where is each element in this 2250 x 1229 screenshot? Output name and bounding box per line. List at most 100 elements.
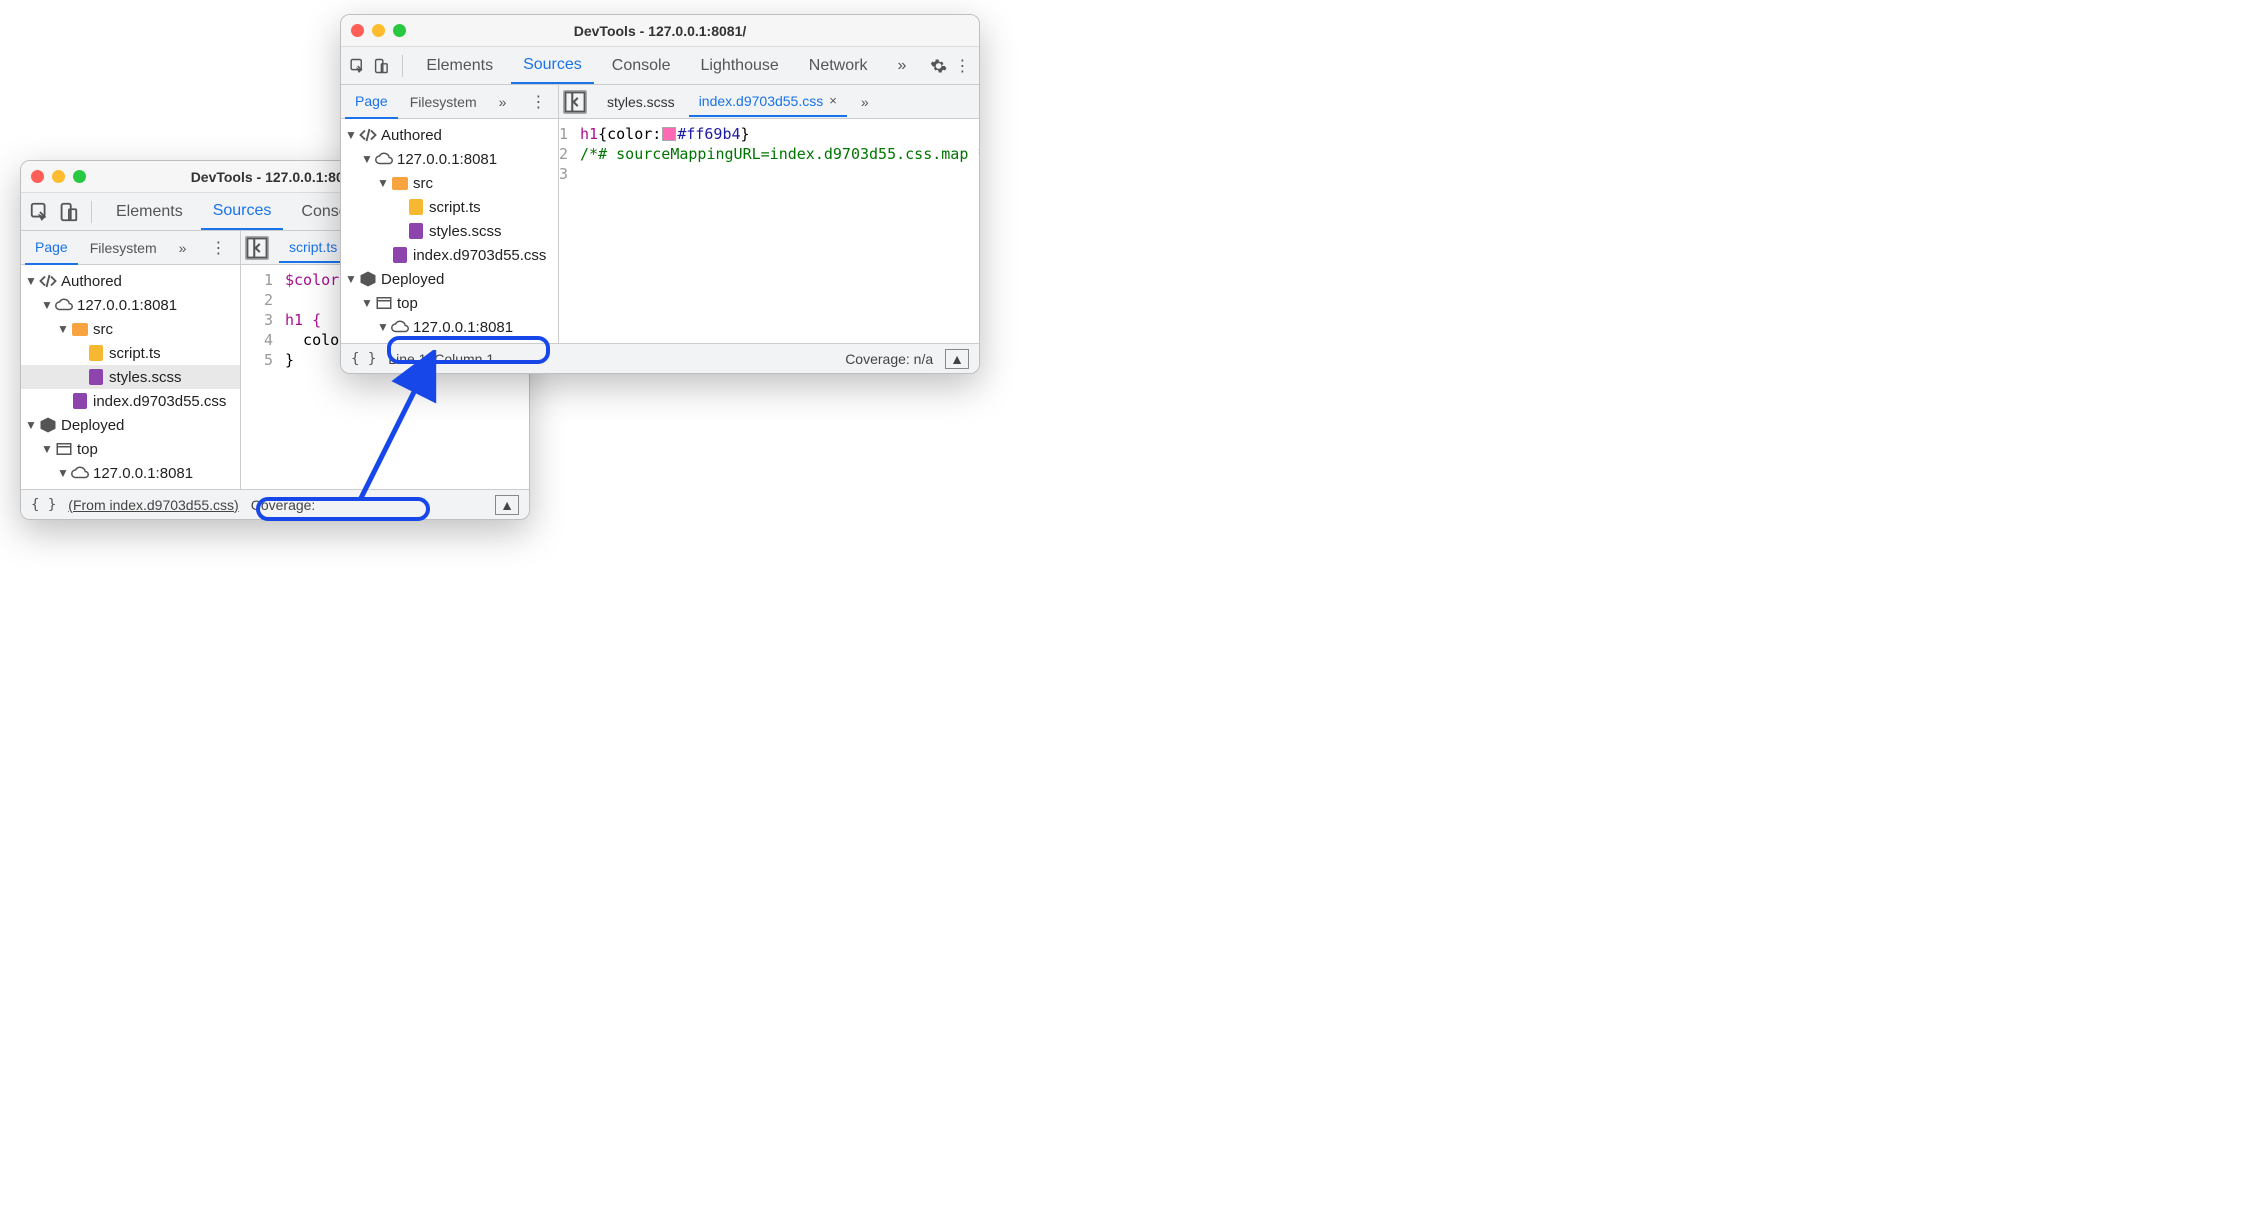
file-tree[interactable]: ▼Authored ▼127.0.0.1:8081 ▼src script.ts… (21, 265, 241, 489)
main-toolbar: Elements Sources Console Lighthouse Netw… (341, 47, 979, 85)
subtab-page[interactable]: Page (25, 231, 78, 265)
file-tree[interactable]: ▼Authored ▼127.0.0.1:8081 ▼src script.ts… (341, 119, 559, 343)
tree-authored[interactable]: ▼Authored (341, 123, 558, 147)
gutter: 123 (559, 119, 576, 343)
titlebar: DevTools - 127.0.0.1:8081/ (341, 15, 979, 47)
statusbar: { } (From index.d9703d55.css) Coverage: … (21, 489, 529, 519)
more-tabs-icon[interactable]: » (885, 49, 918, 83)
color-swatch[interactable] (662, 127, 676, 141)
eject-icon[interactable]: ▲ (495, 495, 519, 515)
navigator-tabs: Page Filesystem » ⋮ (341, 85, 559, 118)
navigator-tabs: Page Filesystem » ⋮ (21, 231, 241, 264)
cube-icon (39, 416, 57, 434)
pretty-print-icon[interactable]: { } (351, 351, 376, 367)
folder-icon (71, 320, 89, 338)
window-icon (375, 294, 393, 312)
traffic-lights (31, 170, 86, 183)
folder-icon (391, 174, 409, 192)
status-from[interactable]: (From index.d9703d55.css) (68, 497, 238, 513)
traffic-lights (351, 24, 406, 37)
zoom-traffic[interactable] (73, 170, 86, 183)
show-navigator-icon[interactable] (563, 90, 587, 114)
more-files-icon[interactable]: » (851, 86, 879, 118)
file-tab-styles[interactable]: styles.scss (597, 88, 685, 116)
more-tabs-icon[interactable]: » (489, 86, 517, 118)
pretty-print-icon[interactable]: { } (31, 497, 56, 513)
tree-top[interactable]: ▼top (21, 437, 240, 461)
file-tab-indexcss[interactable]: index.d9703d55.css× (689, 87, 847, 117)
code-icon (359, 126, 377, 144)
status-line: Line 1, Column 1 (388, 351, 494, 367)
tree-file-styles[interactable]: styles.scss (341, 219, 558, 243)
tree-authored[interactable]: ▼Authored (21, 269, 240, 293)
zoom-traffic[interactable] (393, 24, 406, 37)
file-icon (391, 246, 409, 264)
inspect-icon[interactable] (29, 201, 51, 223)
gutter: 12345 (241, 265, 281, 489)
subtab-page[interactable]: Page (345, 85, 398, 119)
devtools-window-front: DevTools - 127.0.0.1:8081/ Elements Sour… (340, 14, 980, 374)
tab-elements[interactable]: Elements (414, 49, 505, 83)
code-content[interactable]: h1{color:#ff69b4} /*# sourceMappingURL=i… (576, 119, 979, 343)
tree-deployed[interactable]: ▼Deployed (21, 413, 240, 437)
more-options-icon[interactable]: ⋮ (520, 92, 556, 112)
statusbar: { } Line 1, Column 1 Coverage: n/a ▲ (341, 343, 979, 373)
device-icon[interactable] (372, 55, 389, 77)
cloud-icon (375, 150, 393, 168)
more-tabs-icon[interactable]: » (169, 232, 197, 264)
more-icon[interactable]: ⋮ (954, 55, 971, 77)
tree-src[interactable]: ▼src (21, 317, 240, 341)
window-icon (55, 440, 73, 458)
file-icon (87, 344, 105, 362)
code-editor[interactable]: 123 h1{color:#ff69b4} /*# sourceMappingU… (559, 119, 979, 343)
divider (91, 201, 92, 223)
more-options-icon[interactable]: ⋮ (200, 238, 236, 258)
subtab-filesystem[interactable]: Filesystem (80, 232, 167, 264)
cloud-icon (71, 464, 89, 482)
tab-network[interactable]: Network (797, 49, 880, 83)
inspect-icon[interactable] (349, 55, 366, 77)
minimize-traffic[interactable] (52, 170, 65, 183)
tab-lighthouse[interactable]: Lighthouse (688, 49, 790, 83)
tree-file-script[interactable]: script.ts (21, 341, 240, 365)
tree-deployed-host[interactable]: ▼127.0.0.1:8081 (341, 315, 558, 339)
open-files-tabs: styles.scss index.d9703d55.css× » (559, 85, 979, 118)
cube-icon (359, 270, 377, 288)
file-icon (71, 392, 89, 410)
file-icon (407, 198, 425, 216)
tree-file-indexcss[interactable]: index.d9703d55.css (21, 389, 240, 413)
tree-host[interactable]: ▼127.0.0.1:8081 (21, 293, 240, 317)
divider (402, 55, 403, 77)
tree-host[interactable]: ▼127.0.0.1:8081 (341, 147, 558, 171)
file-tab-script[interactable]: script.ts (279, 233, 347, 263)
status-coverage: Coverage: n/a (845, 351, 933, 367)
tree-file-indexcss[interactable]: index.d9703d55.css (341, 243, 558, 267)
tree-src[interactable]: ▼src (341, 171, 558, 195)
device-icon[interactable] (57, 201, 79, 223)
cloud-icon (391, 318, 409, 336)
tab-sources[interactable]: Sources (511, 48, 594, 84)
window-title: DevTools - 127.0.0.1:8081/ (341, 23, 979, 39)
cloud-icon (55, 296, 73, 314)
subtab-filesystem[interactable]: Filesystem (400, 86, 487, 118)
file-icon (87, 368, 105, 386)
gear-icon[interactable] (930, 55, 947, 77)
close-traffic[interactable] (351, 24, 364, 37)
tab-console[interactable]: Console (600, 49, 683, 83)
close-traffic[interactable] (31, 170, 44, 183)
minimize-traffic[interactable] (372, 24, 385, 37)
code-icon (39, 272, 57, 290)
file-icon (407, 222, 425, 240)
show-navigator-icon[interactable] (245, 236, 269, 260)
tree-top[interactable]: ▼top (341, 291, 558, 315)
tree-file-script[interactable]: script.ts (341, 195, 558, 219)
tab-sources[interactable]: Sources (201, 194, 284, 230)
close-icon[interactable]: × (829, 93, 837, 108)
tree-deployed[interactable]: ▼Deployed (341, 267, 558, 291)
sub-toolbar: Page Filesystem » ⋮ styles.scss index.d9… (341, 85, 979, 119)
tab-elements[interactable]: Elements (104, 195, 195, 229)
status-coverage: Coverage: (251, 497, 316, 513)
tree-file-styles[interactable]: styles.scss (21, 365, 240, 389)
eject-icon[interactable]: ▲ (945, 349, 969, 369)
tree-deployed-host[interactable]: ▼127.0.0.1:8081 (21, 461, 240, 485)
